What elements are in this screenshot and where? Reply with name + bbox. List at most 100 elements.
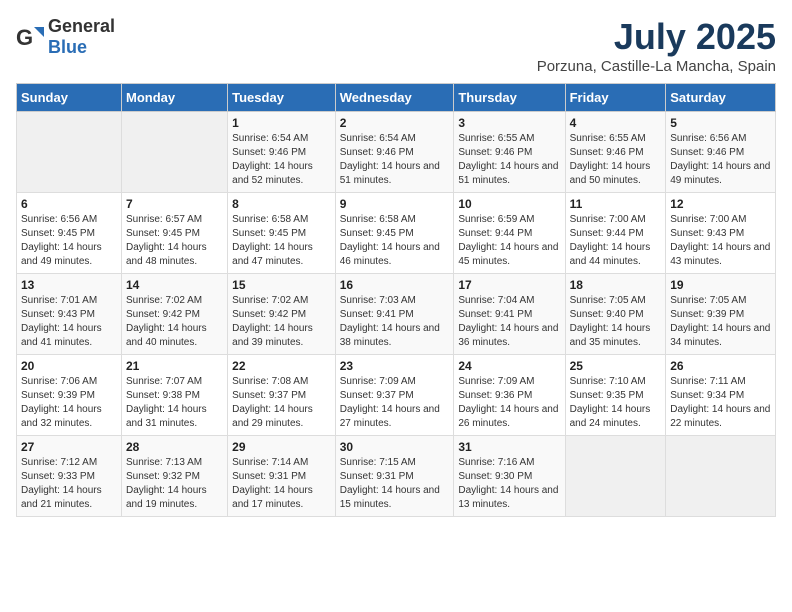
calendar-cell: 5 Sunrise: 6:56 AM Sunset: 9:46 PM Daylig… (666, 112, 776, 193)
day-number: 3 (458, 116, 560, 130)
calendar-body: 1Sunrise: 6:54 AM Sunset: 9:46 PM Daylig… (17, 112, 776, 517)
logo-icon: G (16, 23, 44, 51)
calendar-cell: 21Sunrise: 7:07 AM Sunset: 9:38 PM Dayli… (121, 355, 227, 436)
weekday-header: Wednesday (335, 84, 454, 112)
main-title: July 2025 (537, 16, 776, 58)
page-header: G General Blue July 2025 Porzuna, Castil… (16, 16, 776, 75)
day-detail: Sunrise: 7:02 AM Sunset: 9:42 PM Dayligh… (126, 294, 223, 350)
calendar-cell: 19 Sunrise: 7:05 AM Sunset: 9:39 PM Dayli… (666, 274, 776, 355)
svg-text:G: G (16, 25, 33, 50)
day-number: 26 (670, 359, 771, 373)
weekday-header: Friday (565, 84, 666, 112)
header-row: SundayMondayTuesdayWednesdayThursdayFrid… (17, 84, 776, 112)
weekday-header: Sunday (17, 84, 122, 112)
calendar-cell: 10 Sunrise: 6:59 AM Sunset: 9:44 PM Dayli… (454, 193, 565, 274)
calendar-cell: 20Sunrise: 7:06 AM Sunset: 9:39 PM Dayli… (17, 355, 122, 436)
weekday-header: Tuesday (228, 84, 336, 112)
day-detail: Sunrise: 7:12 AM Sunset: 9:33 PM Dayligh… (21, 456, 117, 512)
day-number: 23 (340, 359, 450, 373)
day-detail: Sunrise: 6:58 AM Sunset: 9:45 PM Dayligh… (340, 213, 450, 269)
day-detail: Sunrise: 7:06 AM Sunset: 9:39 PM Dayligh… (21, 375, 117, 431)
calendar-header: SundayMondayTuesdayWednesdayThursdayFrid… (17, 84, 776, 112)
day-number: 19 (670, 278, 771, 292)
day-detail: Sunrise: 7:05 AM Sunset: 9:40 PM Dayligh… (570, 294, 662, 350)
day-number: 7 (126, 197, 223, 211)
day-detail: Sunrise: 7:05 AM Sunset: 9:39 PM Dayligh… (670, 294, 771, 350)
day-detail: Sunrise: 7:02 AM Sunset: 9:42 PM Dayligh… (232, 294, 331, 350)
calendar-week-row: 6 Sunrise: 6:56 AM Sunset: 9:45 PM Daylig… (17, 193, 776, 274)
day-number: 30 (340, 440, 450, 454)
day-number: 2 (340, 116, 450, 130)
calendar-cell: 22 Sunrise: 7:08 AM Sunset: 9:37 PM Dayli… (228, 355, 336, 436)
day-detail: Sunrise: 7:04 AM Sunset: 9:41 PM Dayligh… (458, 294, 560, 350)
calendar-cell: 8Sunrise: 6:58 AM Sunset: 9:45 PM Daylig… (228, 193, 336, 274)
calendar-week-row: 27 Sunrise: 7:12 AM Sunset: 9:33 PM Dayli… (17, 436, 776, 517)
day-detail: Sunrise: 6:55 AM Sunset: 9:46 PM Dayligh… (570, 132, 662, 188)
calendar-cell: 18 Sunrise: 7:05 AM Sunset: 9:40 PM Dayli… (565, 274, 666, 355)
calendar-cell: 12Sunrise: 7:00 AM Sunset: 9:43 PM Dayli… (666, 193, 776, 274)
day-detail: Sunrise: 6:56 AM Sunset: 9:45 PM Dayligh… (21, 213, 117, 269)
day-detail: Sunrise: 7:07 AM Sunset: 9:38 PM Dayligh… (126, 375, 223, 431)
weekday-header: Thursday (454, 84, 565, 112)
day-number: 10 (458, 197, 560, 211)
day-number: 14 (126, 278, 223, 292)
calendar-cell: 7Sunrise: 6:57 AM Sunset: 9:45 PM Daylig… (121, 193, 227, 274)
day-detail: Sunrise: 7:08 AM Sunset: 9:37 PM Dayligh… (232, 375, 331, 431)
calendar-cell (565, 436, 666, 517)
day-number: 24 (458, 359, 560, 373)
day-number: 5 (670, 116, 771, 130)
day-detail: Sunrise: 7:10 AM Sunset: 9:35 PM Dayligh… (570, 375, 662, 431)
calendar-cell (17, 112, 122, 193)
day-number: 25 (570, 359, 662, 373)
calendar-cell: 17 Sunrise: 7:04 AM Sunset: 9:41 PM Dayli… (454, 274, 565, 355)
day-detail: Sunrise: 6:54 AM Sunset: 9:46 PM Dayligh… (232, 132, 331, 188)
day-detail: Sunrise: 7:09 AM Sunset: 9:36 PM Dayligh… (458, 375, 560, 431)
calendar-cell (666, 436, 776, 517)
day-number: 29 (232, 440, 331, 454)
day-number: 28 (126, 440, 223, 454)
day-detail: Sunrise: 7:16 AM Sunset: 9:30 PM Dayligh… (458, 456, 560, 512)
calendar-cell: 2 Sunrise: 6:54 AM Sunset: 9:46 PM Daylig… (335, 112, 454, 193)
day-number: 6 (21, 197, 117, 211)
weekday-header: Monday (121, 84, 227, 112)
calendar-cell: 25 Sunrise: 7:10 AM Sunset: 9:35 PM Dayli… (565, 355, 666, 436)
calendar-cell: 15 Sunrise: 7:02 AM Sunset: 9:42 PM Dayli… (228, 274, 336, 355)
calendar-cell: 11 Sunrise: 7:00 AM Sunset: 9:44 PM Dayli… (565, 193, 666, 274)
calendar-cell: 28 Sunrise: 7:13 AM Sunset: 9:32 PM Dayli… (121, 436, 227, 517)
day-detail: Sunrise: 7:00 AM Sunset: 9:44 PM Dayligh… (570, 213, 662, 269)
calendar-cell: 27 Sunrise: 7:12 AM Sunset: 9:33 PM Dayli… (17, 436, 122, 517)
day-number: 13 (21, 278, 117, 292)
day-detail: Sunrise: 7:09 AM Sunset: 9:37 PM Dayligh… (340, 375, 450, 431)
calendar-cell: 31 Sunrise: 7:16 AM Sunset: 9:30 PM Dayli… (454, 436, 565, 517)
day-detail: Sunrise: 6:54 AM Sunset: 9:46 PM Dayligh… (340, 132, 450, 188)
day-number: 4 (570, 116, 662, 130)
calendar-cell: 26Sunrise: 7:11 AM Sunset: 9:34 PM Dayli… (666, 355, 776, 436)
day-detail: Sunrise: 7:15 AM Sunset: 9:31 PM Dayligh… (340, 456, 450, 512)
day-number: 31 (458, 440, 560, 454)
calendar-cell: 9 Sunrise: 6:58 AM Sunset: 9:45 PM Daylig… (335, 193, 454, 274)
calendar-cell: 13Sunrise: 7:01 AM Sunset: 9:43 PM Dayli… (17, 274, 122, 355)
calendar-cell: 14 Sunrise: 7:02 AM Sunset: 9:42 PM Dayli… (121, 274, 227, 355)
weekday-header: Saturday (666, 84, 776, 112)
day-number: 9 (340, 197, 450, 211)
calendar-cell: 24 Sunrise: 7:09 AM Sunset: 9:36 PM Dayli… (454, 355, 565, 436)
day-detail: Sunrise: 6:56 AM Sunset: 9:46 PM Dayligh… (670, 132, 771, 188)
day-detail: Sunrise: 6:59 AM Sunset: 9:44 PM Dayligh… (458, 213, 560, 269)
calendar-cell: 23 Sunrise: 7:09 AM Sunset: 9:37 PM Dayli… (335, 355, 454, 436)
calendar-table: SundayMondayTuesdayWednesdayThursdayFrid… (16, 83, 776, 517)
day-detail: Sunrise: 7:03 AM Sunset: 9:41 PM Dayligh… (340, 294, 450, 350)
day-number: 16 (340, 278, 450, 292)
day-detail: Sunrise: 7:13 AM Sunset: 9:32 PM Dayligh… (126, 456, 223, 512)
logo-blue: Blue (48, 37, 87, 57)
calendar-cell: 30 Sunrise: 7:15 AM Sunset: 9:31 PM Dayli… (335, 436, 454, 517)
calendar-cell: 29Sunrise: 7:14 AM Sunset: 9:31 PM Dayli… (228, 436, 336, 517)
day-number: 11 (570, 197, 662, 211)
day-number: 27 (21, 440, 117, 454)
day-number: 17 (458, 278, 560, 292)
calendar-cell: 4 Sunrise: 6:55 AM Sunset: 9:46 PM Daylig… (565, 112, 666, 193)
day-number: 22 (232, 359, 331, 373)
day-number: 18 (570, 278, 662, 292)
day-number: 15 (232, 278, 331, 292)
day-number: 8 (232, 197, 331, 211)
title-block: July 2025 Porzuna, Castille-La Mancha, S… (537, 16, 776, 75)
